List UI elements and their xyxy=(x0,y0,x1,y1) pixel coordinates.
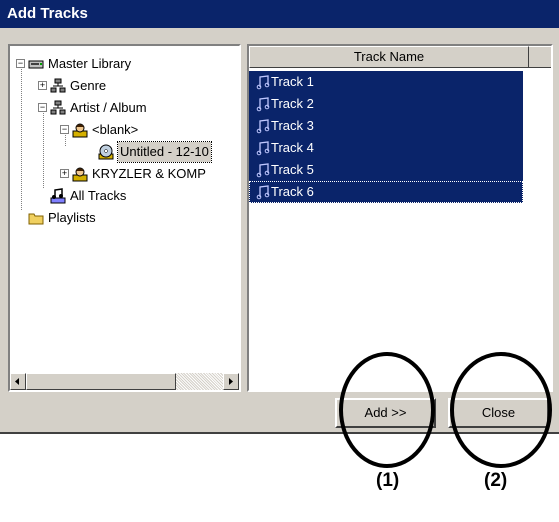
dialog-title-bar: Add Tracks xyxy=(0,0,559,28)
artist-person-icon xyxy=(72,167,88,182)
collapse-icon[interactable]: − xyxy=(16,59,25,68)
tree-item-label: <blank> xyxy=(92,122,139,137)
music-note-icon xyxy=(256,185,270,200)
track-name: Track 2 xyxy=(271,96,314,111)
column-header-filler xyxy=(529,46,551,68)
arrow-left-icon xyxy=(15,378,19,385)
tree-connector-line xyxy=(43,106,44,188)
track-list[interactable]: Track Name Track 1 Track 2 Track 3 Track… xyxy=(247,44,553,392)
music-note-icon xyxy=(256,97,270,112)
track-name: Track 6 xyxy=(271,184,314,199)
callout-circle-close xyxy=(450,352,552,468)
track-name: Track 5 xyxy=(271,162,314,177)
expand-icon[interactable]: + xyxy=(60,169,69,178)
tree-item-label: Genre xyxy=(70,78,107,93)
callout-label-2: (2) xyxy=(484,470,508,491)
scroll-left-button[interactable] xyxy=(10,373,26,390)
arrow-right-icon xyxy=(229,378,233,385)
collapse-icon[interactable]: − xyxy=(60,125,69,134)
scroll-thumb[interactable] xyxy=(26,373,176,390)
album-cd-icon xyxy=(98,144,114,160)
track-name: Track 4 xyxy=(271,140,314,155)
music-note-icon xyxy=(256,75,270,90)
music-note-icon xyxy=(256,141,270,156)
track-row[interactable]: Track 5 xyxy=(249,159,523,181)
music-note-icon xyxy=(256,163,270,178)
tree-horizontal-scrollbar[interactable] xyxy=(10,373,239,390)
tree-item-label: Artist / Album xyxy=(70,100,147,115)
tree-item-label: Master Library xyxy=(48,56,132,71)
library-tree[interactable]: − Master Library + Genre − Artist / Albu… xyxy=(8,44,241,392)
callout-circle-add xyxy=(339,352,435,468)
tree-item-label: All Tracks xyxy=(70,188,127,203)
scroll-right-button[interactable] xyxy=(223,373,239,390)
tree-hierarchy-icon xyxy=(50,78,66,93)
track-name: Track 1 xyxy=(271,74,314,89)
tree-item-label: KRYZLER & KOMP xyxy=(92,166,206,181)
dialog-title: Add Tracks xyxy=(7,5,88,22)
library-drive-icon xyxy=(28,60,44,69)
folder-icon xyxy=(28,213,44,225)
track-row[interactable]: Track 3 xyxy=(249,115,523,137)
column-header-track-name[interactable]: Track Name xyxy=(249,46,529,68)
tree-connector-line xyxy=(21,63,22,210)
track-name: Track 3 xyxy=(271,118,314,133)
tree-hierarchy-icon xyxy=(50,100,66,115)
music-note-icon xyxy=(256,119,270,134)
callout-label-1: (1) xyxy=(376,470,400,491)
collapse-icon[interactable]: − xyxy=(38,103,47,112)
all-tracks-icon xyxy=(50,188,66,204)
expand-icon[interactable]: + xyxy=(38,81,47,90)
track-row[interactable]: Track 4 xyxy=(249,137,523,159)
track-row[interactable]: Track 2 xyxy=(249,93,523,115)
artist-person-icon xyxy=(72,123,88,138)
tree-item-label: Untitled - 12-10 xyxy=(117,141,212,163)
track-row[interactable]: Track 6 xyxy=(249,181,523,203)
tree-item-label: Playlists xyxy=(48,210,96,225)
track-row[interactable]: Track 1 xyxy=(249,71,523,93)
